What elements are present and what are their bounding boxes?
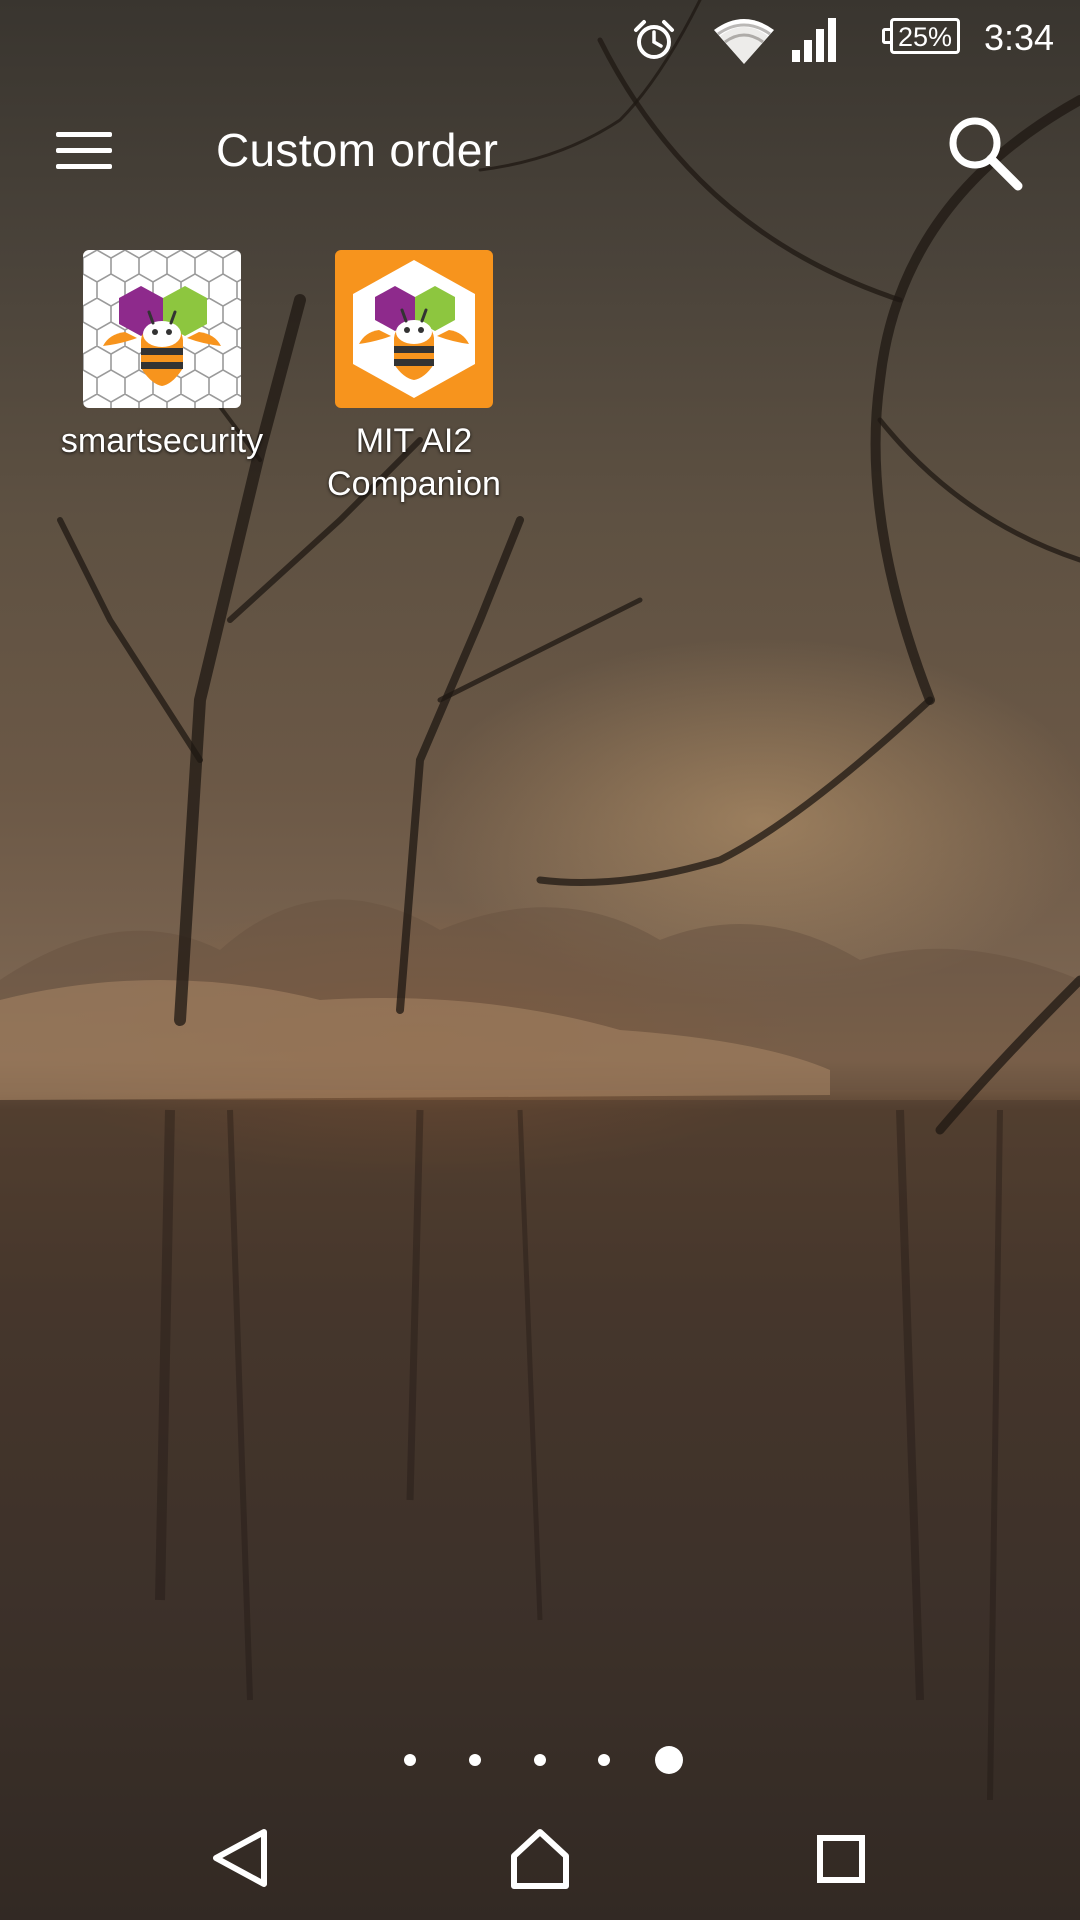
app-inventor-bee-icon bbox=[83, 250, 241, 408]
cell-signal-icon bbox=[792, 18, 836, 62]
menu-line bbox=[56, 148, 112, 153]
home-icon bbox=[511, 1829, 569, 1889]
battery-icon: 25% bbox=[882, 18, 962, 56]
app-label: smartsecurity bbox=[60, 422, 264, 460]
wifi-icon bbox=[714, 19, 774, 64]
navigation-bar bbox=[0, 1800, 1080, 1920]
home-button[interactable] bbox=[508, 1826, 572, 1890]
page-title[interactable]: Custom order bbox=[216, 120, 498, 180]
app-label: MIT AI2 Companion bbox=[327, 422, 501, 503]
status-clock: 3:34 bbox=[984, 17, 1055, 58]
hamburger-menu-icon[interactable] bbox=[56, 132, 112, 170]
page-dot-1[interactable] bbox=[404, 1754, 416, 1766]
battery-percent: 25% bbox=[897, 22, 953, 52]
status-bar: 25% 3:34 bbox=[0, 0, 1080, 78]
battery-cap bbox=[882, 28, 890, 44]
recents-square-icon bbox=[817, 1835, 865, 1883]
app-inventor-bee-icon bbox=[335, 250, 493, 408]
page-dot-4[interactable] bbox=[598, 1754, 610, 1766]
menu-line bbox=[56, 132, 112, 137]
page-dot-5-active[interactable] bbox=[655, 1746, 683, 1774]
menu-line bbox=[56, 164, 112, 169]
home-page-indicator bbox=[0, 1740, 1080, 1780]
app-shortcut-mit-ai2-companion[interactable]: MIT AI2 Companion bbox=[294, 250, 534, 506]
search-icon[interactable] bbox=[944, 112, 1024, 192]
page-dot-3[interactable] bbox=[534, 1754, 546, 1766]
page-dot-2[interactable] bbox=[469, 1754, 481, 1766]
back-button[interactable] bbox=[210, 1826, 272, 1890]
alarm-icon bbox=[634, 20, 674, 59]
back-triangle-icon bbox=[213, 1829, 267, 1887]
recents-button[interactable] bbox=[816, 1834, 866, 1884]
app-shortcut-smartsecurity[interactable]: smartsecurity bbox=[42, 250, 282, 463]
